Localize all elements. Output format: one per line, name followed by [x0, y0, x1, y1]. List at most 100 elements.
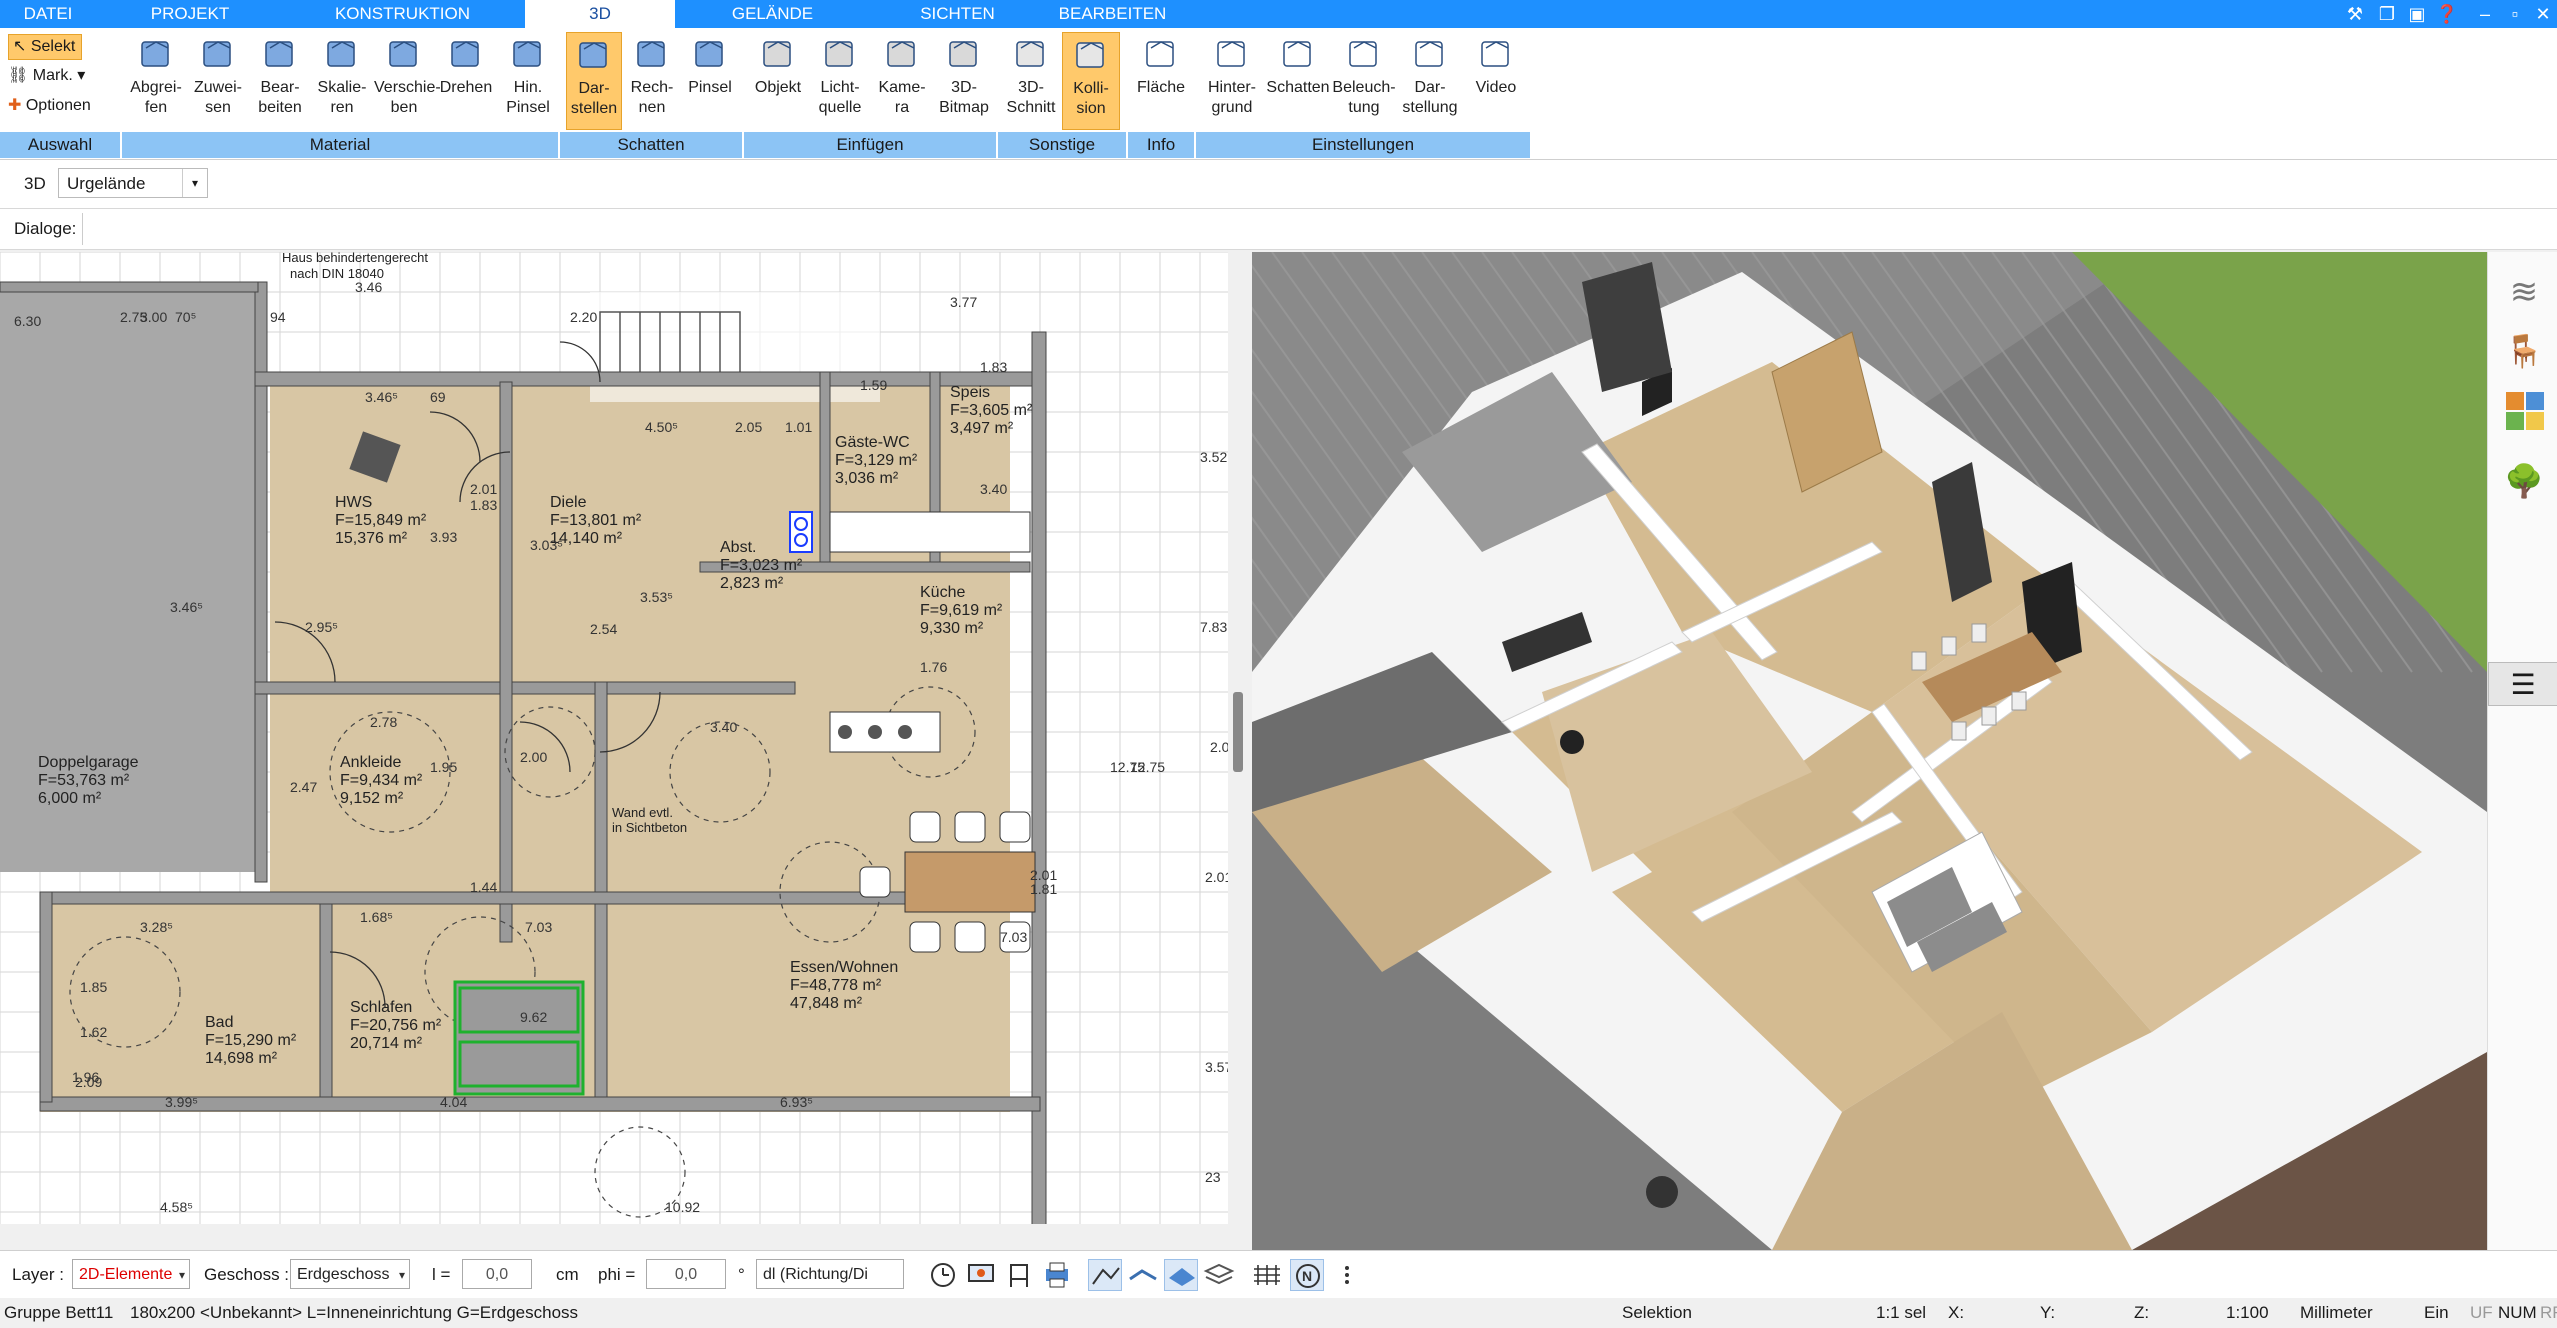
tab-datei[interactable]: DATEI [0, 0, 96, 28]
materials-icon[interactable] [2506, 392, 2544, 430]
clock-icon[interactable] [926, 1259, 960, 1291]
button-label-line2: Bitmap [939, 99, 989, 116]
snap-plane-icon[interactable] [1164, 1259, 1198, 1291]
dimension-label: 2.05 [735, 419, 762, 435]
maximize-button[interactable]: ▫ [2500, 0, 2530, 28]
video-icon [1476, 34, 1516, 74]
snap-line-icon[interactable] [1088, 1259, 1122, 1291]
status-mode: Selektion [1622, 1303, 1692, 1322]
status-bar: Gruppe Bett11 180x200 <Unbekannt> L=Inne… [0, 1298, 2557, 1328]
bitmap-3d-button[interactable]: 3D- Bitmap [934, 32, 994, 130]
tree-icon[interactable]: 🌳 [2504, 462, 2544, 502]
tab-gelaende[interactable]: GELÄNDE [700, 0, 845, 28]
layer-dropdown-bottom[interactable]: 2D-Elemente ▾ [72, 1259, 190, 1289]
ribbon: ↖ Selekt ⛓ Mark. ▾ ✚ Optionen Auswahl Ma… [0, 28, 2557, 160]
chair-layer-icon[interactable] [1002, 1259, 1036, 1291]
button-label-line2: Schnitt [1006, 99, 1056, 116]
direction-dropdown[interactable]: dl (Richtung/Di [756, 1259, 904, 1289]
button-label-line2: grund [1211, 99, 1253, 116]
camera-button[interactable]: Kame-ra [872, 32, 932, 130]
angle-input[interactable]: 0,0 [646, 1259, 726, 1289]
menu-toggle-icon[interactable]: ☰ [2488, 662, 2557, 706]
help-icon[interactable]: ❓ [2432, 0, 2462, 28]
tab-konstruktion[interactable]: KONSTRUKTION [310, 0, 495, 28]
tab-projekt[interactable]: PROJEKT [120, 0, 260, 28]
dimension-label: 1.83 [470, 497, 497, 513]
show-shadow-button[interactable]: Dar-stellen [566, 32, 622, 130]
floor-label: Geschoss : [204, 1265, 290, 1284]
button-label-line2: nen [638, 99, 666, 116]
layers-stack-icon[interactable] [1202, 1259, 1236, 1291]
layer-dropdown[interactable]: Urgelände ▾ [58, 168, 208, 198]
compute-shadow-button[interactable]: Rech-nen [624, 32, 680, 130]
options-tool[interactable]: ✚ Optionen [8, 94, 91, 118]
monitor-icon[interactable] [964, 1259, 998, 1291]
dimension-label: 2.47 [290, 779, 317, 795]
length-input[interactable]: 0,0 [462, 1259, 532, 1289]
dimension-label: 23 [1205, 1169, 1221, 1185]
floor-dropdown[interactable]: Erdgeschoss ▾ [290, 1259, 410, 1289]
pick-material-button[interactable]: Abgrei-fen [126, 32, 186, 130]
group-einfuegen-label: Einfügen [744, 132, 996, 158]
floor-plan-2d-view[interactable]: HWS F=15,849 m² 15,376 m² Diele F=13,801 m² 1… [0, 252, 1228, 1224]
view-selector-row: 3D Urgelände ▾ [0, 160, 2557, 209]
light-source-button[interactable]: Licht-quelle [810, 32, 870, 130]
show-shadow-icon [574, 35, 614, 75]
floor-plan-drawing[interactable]: HWSF=15,849 m²15,376 m² DieleF=13,801 m² 1… [0, 252, 1228, 1224]
move-material-button[interactable]: Verschie-ben [374, 32, 441, 130]
dimension-label: 70⁵ [175, 309, 196, 325]
room-area2: 2,823 m² [720, 575, 784, 592]
plan-note: in Sichtbeton [612, 820, 687, 835]
rotate-material-button[interactable]: Drehen [436, 32, 496, 130]
plan-note: Haus behindertengerecht [282, 252, 428, 265]
grid-icon[interactable] [1250, 1259, 1284, 1291]
minimize-button[interactable]: – [2470, 0, 2500, 28]
pane-splitter[interactable] [1228, 252, 1252, 1224]
tab-bearbeiten[interactable]: BEARBEITEN [1040, 0, 1185, 28]
scale-material-button[interactable]: Skalie-ren [312, 32, 372, 130]
3d-view[interactable] [1252, 252, 2487, 1250]
tools-icon[interactable]: ⚒ [2340, 0, 2370, 28]
more-options-icon[interactable] [1330, 1259, 1364, 1291]
dimension-label: 69 [430, 389, 446, 405]
assign-material-button[interactable]: Zuwei-sen [188, 32, 248, 130]
lighting-button[interactable]: Beleuch-tung [1332, 32, 1396, 130]
window-restore-icon[interactable]: ❐ [2372, 0, 2402, 28]
3d-house-rendering[interactable] [1252, 252, 2487, 1250]
shadow-settings-icon [1278, 34, 1318, 74]
brush-material-icon [508, 34, 548, 74]
display-button[interactable]: Dar-stellung [1398, 32, 1462, 130]
mark-tool[interactable]: ⛓ Mark. ▾ [8, 64, 85, 88]
layers-icon[interactable]: ≋ [2504, 272, 2544, 312]
shadow-settings-button[interactable]: Schatten [1266, 32, 1330, 130]
select-tool[interactable]: ↖ Selekt [8, 34, 83, 60]
print-icon[interactable] [1040, 1259, 1074, 1291]
button-label-line1: Zuwei- [193, 79, 242, 96]
background-button[interactable]: Hinter-grund [1200, 32, 1264, 130]
shadow-brush-button[interactable]: Pinsel [682, 32, 738, 130]
window-tile-icon[interactable]: ▣ [2402, 0, 2432, 28]
north-icon[interactable]: N [1290, 1259, 1324, 1291]
section-3d-button[interactable]: 3D- Schnitt [1002, 32, 1060, 130]
room-name: Speis [950, 384, 990, 401]
close-button[interactable]: ✕ [2528, 0, 2557, 28]
brush-material-button[interactable]: Hin. Pinsel [498, 32, 558, 130]
tab-3d[interactable]: 3D [525, 0, 675, 28]
room-area1: F=3,023 m² [720, 557, 803, 574]
object-button[interactable]: Objekt [748, 32, 808, 130]
button-label-line1: Dar- [1414, 79, 1446, 96]
chevron-down-icon: ▾ [398, 1268, 405, 1282]
tab-sichten[interactable]: SICHTEN [885, 0, 1030, 28]
snap-wall-icon[interactable] [1126, 1259, 1160, 1291]
plan-note: Wand evtl. [612, 805, 673, 820]
area-info-button[interactable]: Fläche [1132, 32, 1190, 130]
video-button[interactable]: Video [1464, 32, 1528, 130]
edit-material-button[interactable]: Bear-beiten [250, 32, 310, 130]
room-name: Abst. [720, 539, 756, 556]
button-label-line2: fen [144, 99, 168, 116]
pick-material-icon [136, 34, 176, 74]
dimension-label: 3.00 [140, 309, 167, 325]
dimension-label: 3.99⁵ [165, 1094, 198, 1110]
collision-button[interactable]: Kolli-sion [1062, 32, 1120, 130]
furniture-icon[interactable]: 🪑 [2504, 332, 2544, 372]
